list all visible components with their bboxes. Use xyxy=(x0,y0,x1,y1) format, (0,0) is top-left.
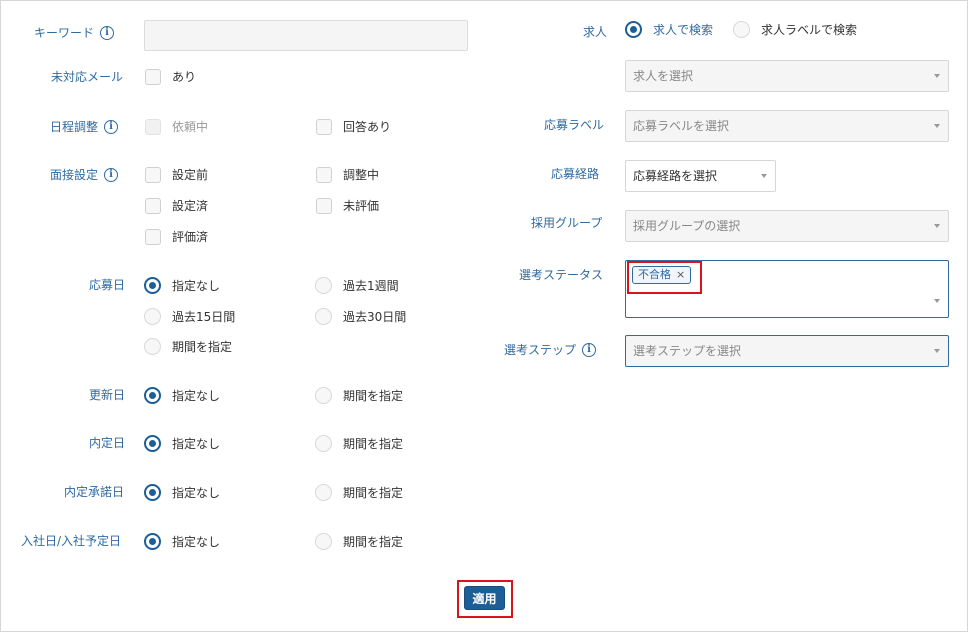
join-date-range-option: 期間を指定 xyxy=(343,535,404,549)
applied-date-15days-option: 過去15日間 xyxy=(172,310,236,324)
schedule-answered-checkbox[interactable] xyxy=(316,119,332,135)
applied-date-label: 応募日 xyxy=(89,278,126,292)
apply-button[interactable]: 適用 xyxy=(464,586,505,610)
updated-date-range-option: 期間を指定 xyxy=(343,389,404,403)
selection-step-label-text: 選考ステップ xyxy=(504,343,577,357)
applicant-route-select[interactable]: 応募経路を選択 xyxy=(625,160,776,192)
unresponded-mail-option: あり xyxy=(172,70,197,84)
chevron-down-icon xyxy=(934,74,940,78)
info-icon[interactable]: i xyxy=(104,167,119,182)
join-date-none-radio[interactable] xyxy=(144,533,161,550)
hiring-group-select[interactable]: 採用グループの選択 xyxy=(625,210,949,242)
unresponded-mail-label: 未対応メール xyxy=(51,70,124,84)
interview-set-checkbox[interactable] xyxy=(145,198,161,214)
unresponded-mail-checkbox[interactable] xyxy=(145,69,161,85)
chevron-down-icon xyxy=(934,299,940,303)
status-tag-highlight xyxy=(627,261,702,294)
applied-date-30days-option: 過去30日間 xyxy=(343,310,407,324)
applied-date-1week-radio[interactable] xyxy=(315,277,332,294)
interview-before-checkbox[interactable] xyxy=(145,167,161,183)
selection-step-select[interactable]: 選考ステップを選択 xyxy=(625,335,949,367)
info-icon[interactable]: i xyxy=(104,119,119,134)
job-label-search-option: 求人ラベルで検索 xyxy=(761,23,858,37)
applied-date-none-radio[interactable] xyxy=(144,277,161,294)
chevron-down-icon xyxy=(934,224,940,228)
selection-step-label: 選考ステップ i xyxy=(504,342,597,358)
applied-date-1week-option: 過去1週間 xyxy=(343,279,399,293)
join-date-label: 入社日/入社予定日 xyxy=(21,534,122,548)
applicant-label-placeholder: 応募ラベルを選択 xyxy=(633,119,730,133)
schedule-label: 日程調整 i xyxy=(50,119,119,135)
offer-date-range-radio[interactable] xyxy=(315,435,332,452)
offer-accept-date-range-radio[interactable] xyxy=(315,484,332,501)
job-select[interactable]: 求人を選択 xyxy=(625,60,949,92)
info-icon[interactable]: i xyxy=(582,342,597,357)
schedule-answered-option: 回答あり xyxy=(343,120,392,134)
job-select-placeholder: 求人を選択 xyxy=(633,69,694,83)
applicant-route-placeholder: 応募経路を選択 xyxy=(633,169,718,183)
interview-unevaluated-option: 未評価 xyxy=(343,199,380,213)
interview-unevaluated-checkbox[interactable] xyxy=(316,198,332,214)
keyword-label-text: キーワード xyxy=(34,26,95,40)
interview-adjusting-checkbox[interactable] xyxy=(316,167,332,183)
interview-evaluated-checkbox[interactable] xyxy=(145,229,161,245)
selection-status-label: 選考ステータス xyxy=(519,268,604,282)
offer-date-range-option: 期間を指定 xyxy=(343,437,404,451)
interview-adjusting-option: 調整中 xyxy=(343,168,380,182)
job-search-radio[interactable] xyxy=(625,21,642,38)
offer-accept-date-label: 内定承諾日 xyxy=(64,485,125,499)
offer-accept-date-none-radio[interactable] xyxy=(144,484,161,501)
info-icon[interactable]: i xyxy=(100,25,115,40)
selection-step-placeholder: 選考ステップを選択 xyxy=(633,344,742,358)
schedule-label-text: 日程調整 xyxy=(50,120,99,134)
join-date-none-option: 指定なし xyxy=(172,535,221,549)
updated-date-none-radio[interactable] xyxy=(144,387,161,404)
offer-accept-date-range-option: 期間を指定 xyxy=(343,486,404,500)
interview-setting-label: 面接設定 i xyxy=(50,167,119,183)
offer-date-label: 内定日 xyxy=(89,436,126,450)
schedule-requested-option: 依頼中 xyxy=(172,120,209,134)
job-label-search-radio[interactable] xyxy=(733,21,750,38)
applied-date-range-radio[interactable] xyxy=(144,338,161,355)
offer-accept-date-none-option: 指定なし xyxy=(172,486,221,500)
applicant-label-label: 応募ラベル xyxy=(544,118,605,132)
applied-date-15days-radio[interactable] xyxy=(144,308,161,325)
applicant-label-select[interactable]: 応募ラベルを選択 xyxy=(625,110,949,142)
interview-setting-label-text: 面接設定 xyxy=(50,168,99,182)
keyword-label: キーワード i xyxy=(34,25,115,41)
hiring-group-placeholder: 採用グループの選択 xyxy=(633,219,741,233)
keyword-input[interactable] xyxy=(144,20,468,51)
offer-date-none-radio[interactable] xyxy=(144,435,161,452)
join-date-range-radio[interactable] xyxy=(315,533,332,550)
job-search-option: 求人で検索 xyxy=(653,23,714,37)
applicant-route-label: 応募経路 xyxy=(551,167,600,181)
chevron-down-icon xyxy=(934,349,940,353)
applied-date-30days-radio[interactable] xyxy=(315,308,332,325)
updated-date-range-radio[interactable] xyxy=(315,387,332,404)
filter-panel: キーワード i 未対応メール あり 日程調整 i 依頼中 回答あり 面接設定 i 設定… xyxy=(0,0,968,632)
updated-date-label: 更新日 xyxy=(89,388,126,402)
applied-date-range-option: 期間を指定 xyxy=(172,340,233,354)
offer-date-none-option: 指定なし xyxy=(172,437,221,451)
applied-date-none-option: 指定なし xyxy=(172,279,221,293)
interview-evaluated-option: 評価済 xyxy=(172,230,209,244)
job-label: 求人 xyxy=(583,25,608,39)
interview-set-option: 設定済 xyxy=(172,199,209,213)
hiring-group-label: 採用グループ xyxy=(531,216,603,230)
schedule-requested-checkbox[interactable] xyxy=(145,119,161,135)
interview-before-option: 設定前 xyxy=(172,168,209,182)
chevron-down-icon xyxy=(761,174,767,178)
chevron-down-icon xyxy=(934,124,940,128)
updated-date-none-option: 指定なし xyxy=(172,389,221,403)
